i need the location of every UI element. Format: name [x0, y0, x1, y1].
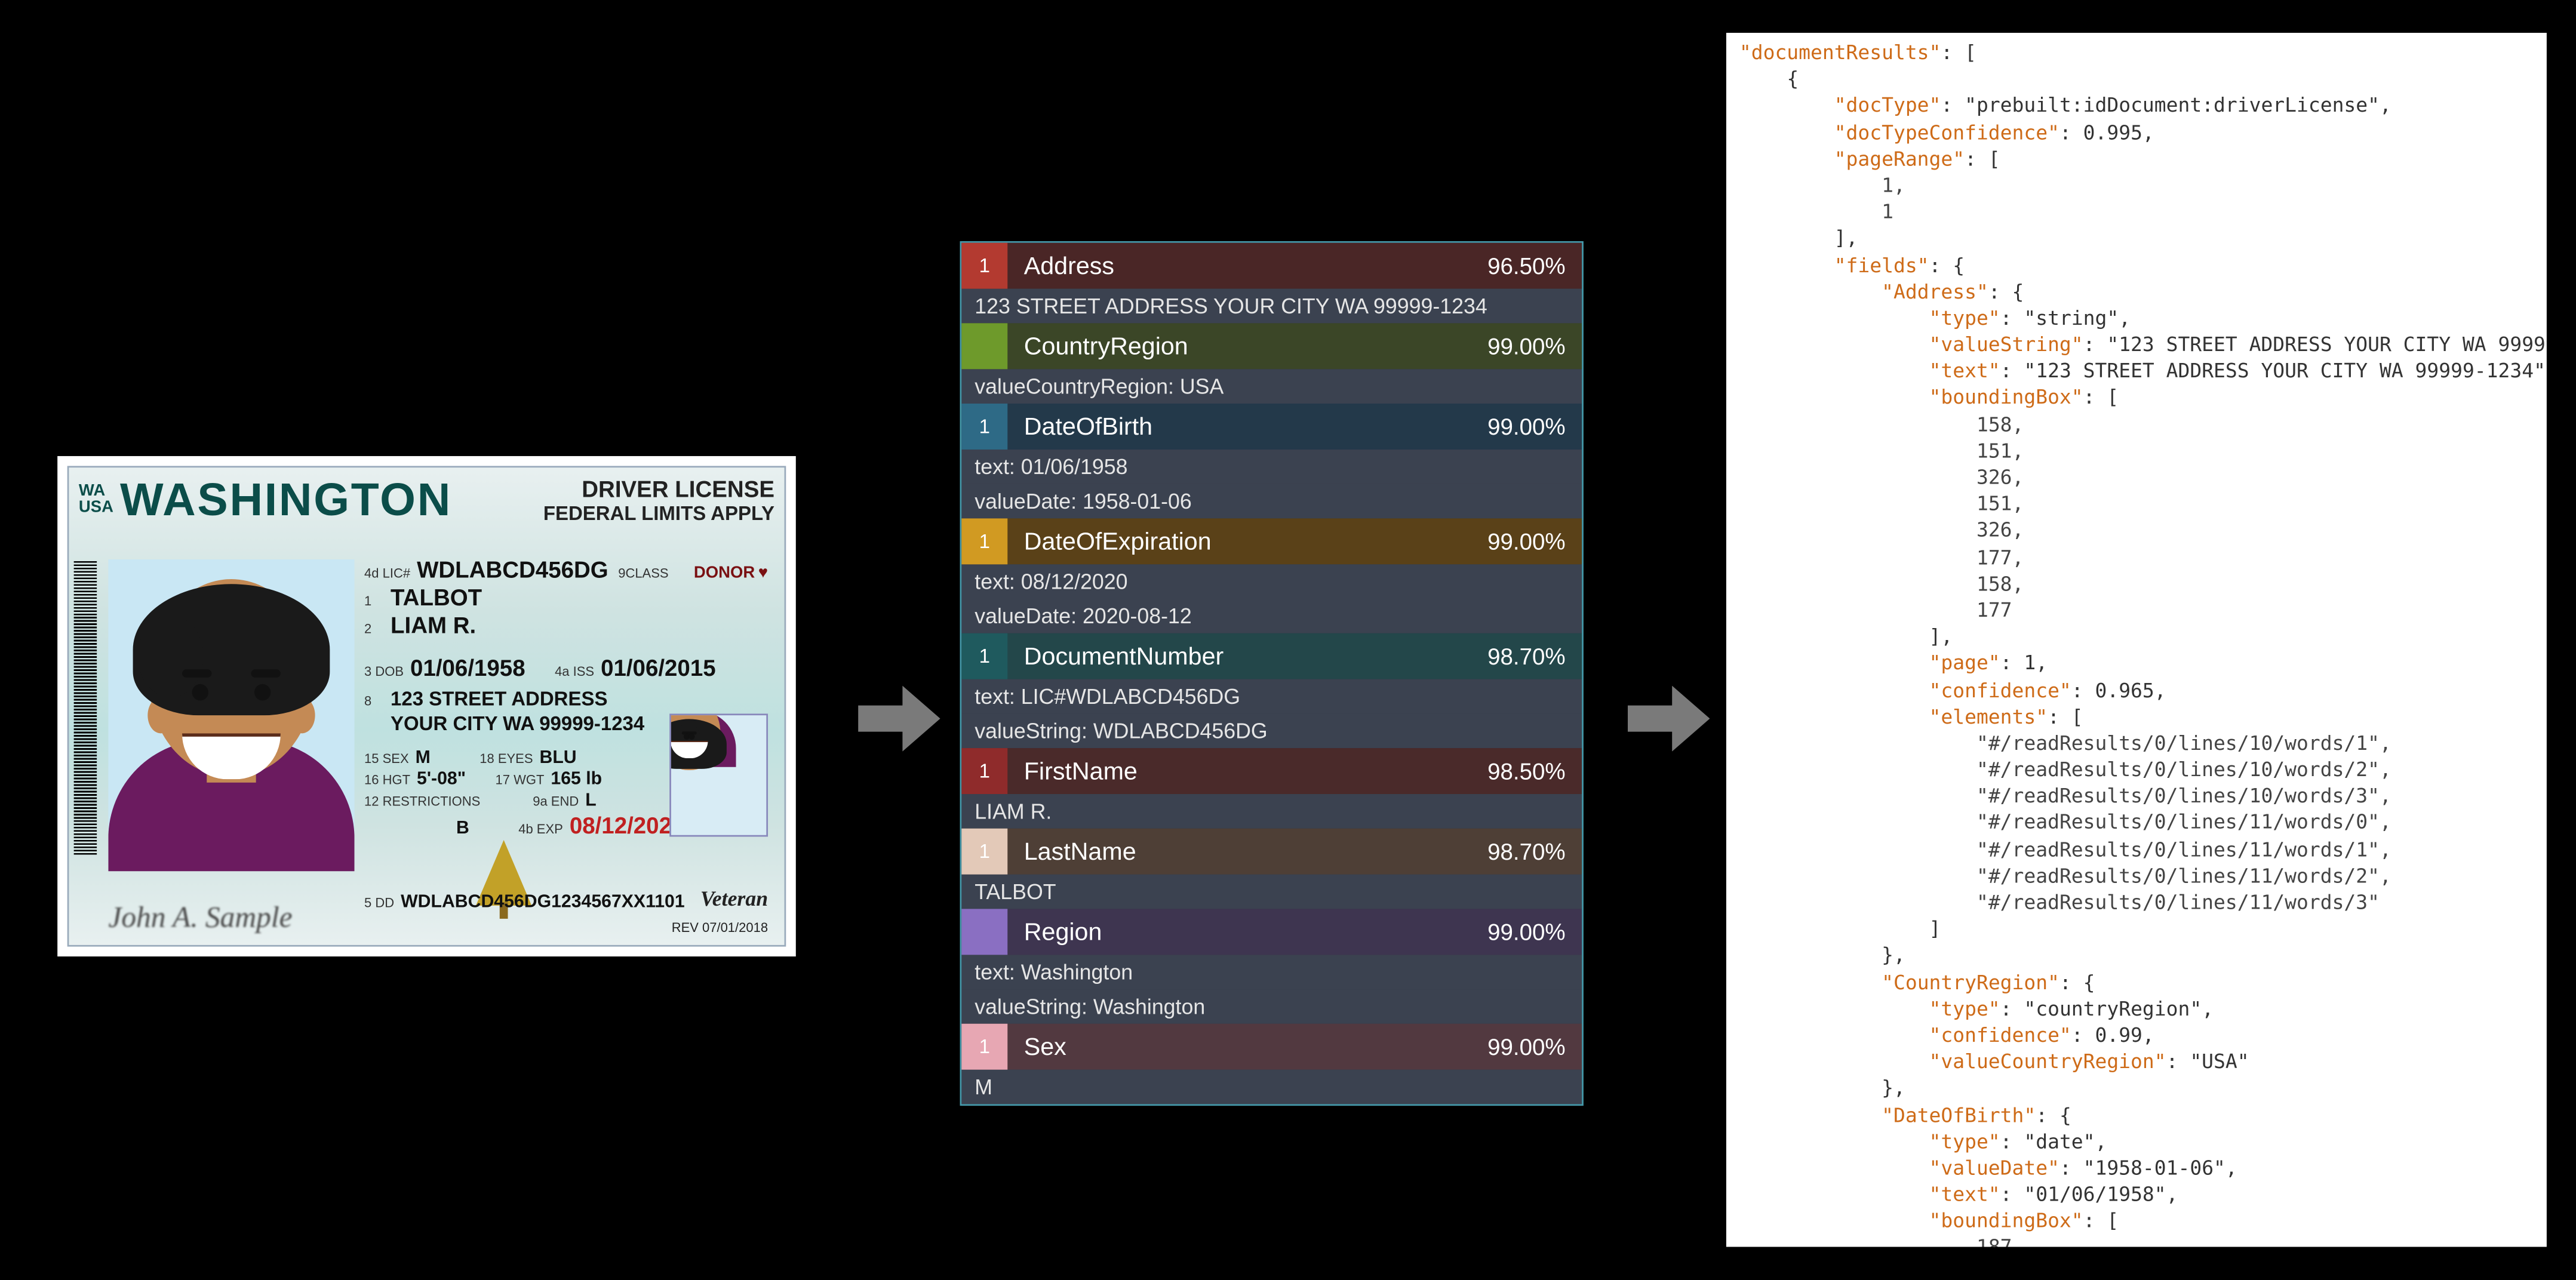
result-confidence: 99.00%	[1487, 919, 1582, 945]
expiry: 08/12/2020	[570, 812, 685, 838]
issue-date: 01/06/2015	[601, 654, 716, 681]
license-photo	[108, 559, 354, 871]
result-title: LastName	[1007, 838, 1487, 866]
result-detail: text: 01/06/1958	[961, 450, 1582, 484]
result-header[interactable]: 1DateOfExpiration99.00%	[961, 518, 1582, 564]
result-confidence: 99.00%	[1487, 333, 1582, 359]
endorsements: L	[585, 791, 597, 811]
dob: 01/06/1958	[410, 654, 525, 681]
result-confidence: 98.70%	[1487, 838, 1582, 864]
veteran-label: Veteran	[700, 886, 768, 912]
arrow-right-icon	[850, 669, 948, 768]
result-header[interactable]: Region99.00%	[961, 909, 1582, 955]
result-detail: valueDate: 2020-08-12	[961, 599, 1582, 633]
results-panel: 1Address96.50%123 STREET ADDRESS YOUR CI…	[960, 241, 1584, 1106]
result-detail: LIAM R.	[961, 794, 1582, 829]
result-chip: 1	[961, 243, 1007, 289]
dd-line: 5 DDWDLABCD456DG1234567XX1101	[364, 893, 685, 912]
result-chip	[961, 909, 1007, 955]
result-detail: valueString: WDLABCD456DG	[961, 713, 1582, 748]
ghost-photo	[669, 713, 768, 836]
license-card: WA USA WASHINGTON DRIVER LICENSE FEDERAL…	[57, 456, 796, 956]
weight: 165 lb	[551, 770, 602, 789]
result-detail: valueDate: 1958-01-06	[961, 484, 1582, 519]
result-detail: M	[961, 1070, 1582, 1104]
result-chip: 1	[961, 633, 1007, 679]
result-title: Address	[1007, 252, 1487, 280]
last-name: TALBOT	[391, 584, 482, 610]
result-header[interactable]: 1Address96.50%	[961, 243, 1582, 289]
result-confidence: 98.70%	[1487, 643, 1582, 669]
result-header[interactable]: 1LastName98.70%	[961, 829, 1582, 875]
barcode	[74, 559, 97, 855]
result-confidence: 98.50%	[1487, 758, 1582, 784]
address-line1: 123 STREET ADDRESS	[391, 687, 607, 710]
signature: John A. Sample	[108, 901, 292, 936]
result-detail: valueString: Washington	[961, 989, 1582, 1024]
result-chip: 1	[961, 829, 1007, 875]
state-abbrev: WA USA	[79, 484, 113, 517]
result-header[interactable]: 1FirstName98.50%	[961, 748, 1582, 794]
result-detail: 123 STREET ADDRESS YOUR CITY WA 99999-12…	[961, 289, 1582, 324]
result-title: DateOfBirth	[1007, 413, 1487, 441]
result-detail: valueCountryRegion: USA	[961, 369, 1582, 404]
result-chip: 1	[961, 1024, 1007, 1070]
result-confidence: 99.00%	[1487, 1033, 1582, 1060]
license-number: WDLABCD456DG	[417, 556, 608, 583]
result-header[interactable]: 1Sex99.00%	[961, 1024, 1582, 1070]
dl-title: DRIVER LICENSE	[543, 476, 774, 502]
result-chip	[961, 323, 1007, 369]
result-chip: 1	[961, 404, 1007, 450]
result-confidence: 99.00%	[1487, 413, 1582, 439]
restrictions: B	[456, 819, 469, 838]
result-detail: TALBOT	[961, 875, 1582, 909]
dl-subtitle: FEDERAL LIMITS APPLY	[543, 502, 774, 525]
result-chip: 1	[961, 518, 1007, 564]
sex: M	[416, 748, 431, 768]
json-panel: "documentResults": [ { "docType": "prebu…	[1726, 33, 2547, 1247]
result-title: DocumentNumber	[1007, 642, 1487, 670]
result-title: CountryRegion	[1007, 332, 1487, 360]
result-chip: 1	[961, 748, 1007, 794]
result-detail: text: 08/12/2020	[961, 564, 1582, 599]
result-detail: text: Washington	[961, 955, 1582, 989]
arrow-right-icon	[1619, 669, 1718, 768]
result-confidence: 99.00%	[1487, 528, 1582, 555]
result-title: DateOfExpiration	[1007, 527, 1487, 555]
eyes: BLU	[539, 748, 576, 768]
result-title: Region	[1007, 918, 1487, 946]
avatar-icon	[108, 559, 354, 871]
address-line2: YOUR CITY WA 99999-1234	[391, 712, 644, 735]
result-header[interactable]: 1DateOfBirth99.00%	[961, 404, 1582, 450]
result-confidence: 96.50%	[1487, 253, 1582, 279]
state-name: WASHINGTON	[120, 474, 452, 527]
result-header[interactable]: CountryRegion99.00%	[961, 323, 1582, 369]
first-name: LIAM R.	[391, 612, 476, 638]
result-detail: text: LIC#WDLABCD456DG	[961, 679, 1582, 714]
result-title: Sex	[1007, 1033, 1487, 1061]
height: 5'-08"	[417, 770, 466, 789]
result-title: FirstName	[1007, 757, 1487, 785]
revision-label: REV 07/01/2018	[672, 921, 768, 936]
result-header[interactable]: 1DocumentNumber98.70%	[961, 633, 1582, 679]
donor-badge: DONOR♥	[694, 564, 768, 582]
